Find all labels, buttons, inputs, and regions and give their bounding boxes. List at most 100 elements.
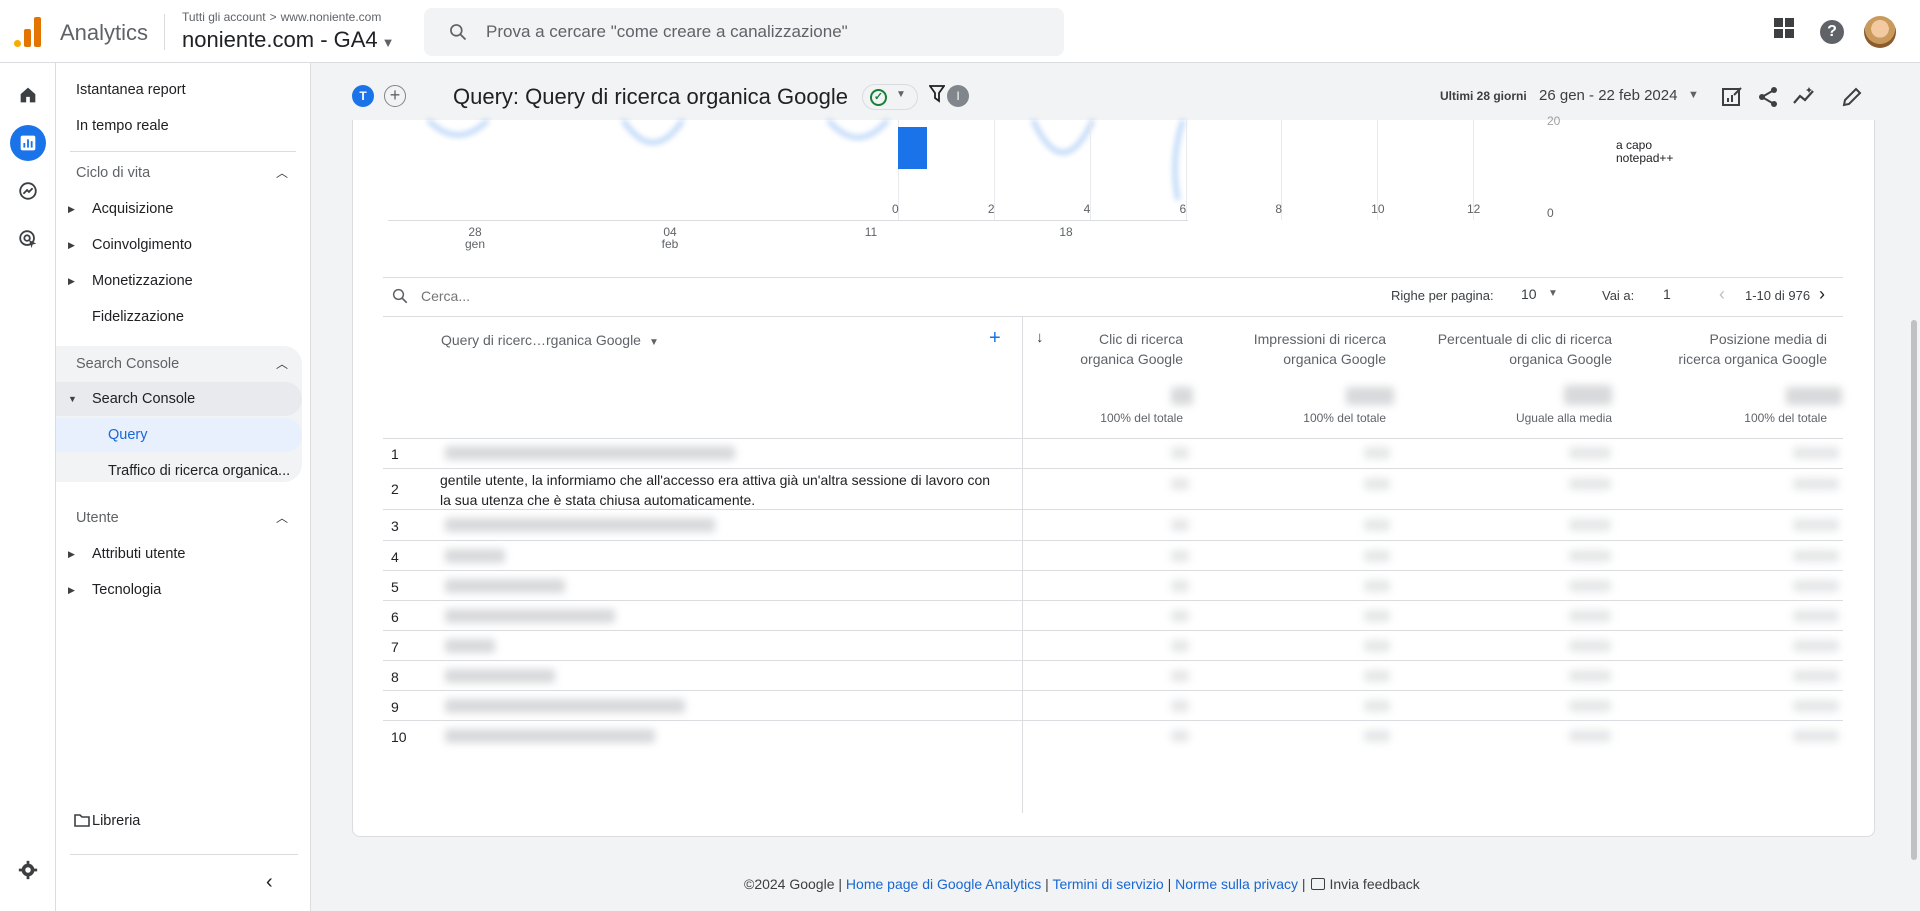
redacted-value <box>1793 580 1839 592</box>
reports-icon[interactable] <box>10 125 46 161</box>
redacted-value <box>1569 700 1611 712</box>
sidebar-item-snapshot[interactable]: Istantanea report <box>56 73 302 107</box>
add-dimension-icon[interactable]: + <box>989 327 1001 350</box>
caret-down-icon[interactable]: ▼ <box>1548 288 1558 299</box>
sidebar-item-monetization[interactable]: ▶ Monetizzazione <box>56 264 302 298</box>
goto-page-input[interactable]: 1 <box>1663 286 1671 302</box>
sidebar-item-retention[interactable]: Fidelizzazione <box>56 300 302 334</box>
redacted-value <box>1364 610 1390 622</box>
edit-pencil-icon[interactable] <box>1840 85 1864 109</box>
x-tick-label: 04 feb <box>661 225 679 251</box>
account-breadcrumb[interactable]: Tutti gli account > www.noniente.com <box>182 10 381 24</box>
caret-down-icon: ▼ <box>381 35 395 50</box>
sidebar-item-realtime[interactable]: In tempo reale <box>56 109 302 143</box>
dimension-column-header[interactable]: Query di ricerc…rganica Google ▼ <box>441 332 659 348</box>
add-comparison-icon[interactable]: + <box>384 85 406 107</box>
redacted-value <box>1793 670 1839 682</box>
property-selector[interactable]: noniente.com - GA4 ▼ <box>182 27 395 53</box>
sidebar-item-technology[interactable]: ▶ Tecnologia <box>56 573 302 607</box>
footer-link-home[interactable]: Home page di Google Analytics <box>846 876 1041 892</box>
caret-down-icon[interactable]: ▼ <box>1688 89 1699 101</box>
sidebar-item-label: Libreria <box>92 813 141 829</box>
sidebar-item-engagement[interactable]: ▶ Coinvolgimento <box>56 228 302 262</box>
report-sidebar: Istantanea report In tempo reale Ciclo d… <box>56 63 311 911</box>
footer-link-terms[interactable]: Termini di servizio <box>1052 876 1163 892</box>
avatar[interactable] <box>1864 16 1896 48</box>
folder-icon <box>74 814 90 827</box>
row-divider <box>383 540 1843 541</box>
redacted-value <box>1569 478 1611 490</box>
customize-report-icon[interactable] <box>1720 85 1744 109</box>
filter-icon[interactable] <box>929 85 945 103</box>
insights-icon[interactable] <box>1792 85 1816 109</box>
section-user[interactable]: Utente ︿ <box>56 500 302 536</box>
metric-total-label: 100% del totale <box>1744 411 1827 425</box>
redacted-value <box>1171 447 1189 459</box>
footer-link-privacy[interactable]: Norme sulla privacy <box>1175 876 1298 892</box>
help-icon[interactable]: ? <box>1820 20 1844 44</box>
analytics-logo-icon[interactable] <box>14 17 42 47</box>
sidebar-item-label: Acquisizione <box>92 201 174 217</box>
apps-grid-icon[interactable] <box>1774 18 1794 38</box>
row-number: 7 <box>391 639 399 655</box>
section-lifecycle[interactable]: Ciclo di vita ︿ <box>56 155 302 191</box>
breadcrumb-property: www.noniente.com <box>280 10 382 24</box>
chevron-right-icon[interactable]: › <box>1819 284 1825 305</box>
feedback-button[interactable]: Invia feedback <box>1309 876 1420 892</box>
rows-per-page-label: Righe per pagina: <box>1391 288 1494 303</box>
query-cell[interactable]: gentile utente, la informiamo che all'ac… <box>440 470 1000 510</box>
bar[interactable] <box>898 127 927 169</box>
row-divider <box>383 570 1843 571</box>
chevron-left-icon[interactable]: ‹ <box>1719 284 1725 305</box>
sidebar-item-acquisition[interactable]: ▶ Acquisizione <box>56 192 302 226</box>
sidebar-item-query[interactable]: Query <box>56 418 302 452</box>
metric-header-impressions[interactable]: Impressioni di ricerca organica Google <box>1193 329 1386 369</box>
row-number: 5 <box>391 579 399 595</box>
metric-header-ctr[interactable]: Percentuale di clic di ricerca organica G… <box>1393 329 1612 369</box>
divider <box>383 277 1843 278</box>
collapse-arrow-icon: ▼ <box>68 394 77 404</box>
x-tick-label: 2 <box>987 202 995 216</box>
redacted-query <box>445 579 565 593</box>
sidebar-item-library[interactable]: Libreria <box>56 804 302 838</box>
filter-badge[interactable]: I <box>947 85 969 107</box>
chevron-up-icon: ︿ <box>275 511 288 525</box>
settings-gear-icon[interactable] <box>10 852 46 888</box>
metric-header-position[interactable]: Posizione media di ricerca organica Googl… <box>1623 329 1827 369</box>
redacted-value <box>1793 550 1839 562</box>
x-tick-label: 28 gen <box>464 225 486 251</box>
search-bar[interactable] <box>424 8 1064 56</box>
home-icon[interactable] <box>10 77 46 113</box>
explore-icon[interactable] <box>10 173 46 209</box>
section-search-console[interactable]: Search Console ︿ <box>56 346 302 382</box>
sidebar-item-organic-traffic[interactable]: Traffico di ricerca organica... <box>56 454 302 488</box>
date-range-value[interactable]: 26 gen - 22 feb 2024 <box>1539 87 1677 104</box>
redacted-value <box>1786 387 1842 405</box>
rows-per-page-select[interactable]: 10 <box>1521 286 1537 302</box>
check-circle-icon: ✓ <box>870 89 887 106</box>
redacted-value <box>1569 447 1611 459</box>
redacted-value <box>1569 519 1611 531</box>
row-number: 8 <box>391 669 399 685</box>
metric-header-clicks[interactable]: Clic di ricerca organica Google <box>1053 329 1183 369</box>
redacted-value <box>1171 700 1189 712</box>
redacted-value <box>1793 610 1839 622</box>
status-chip[interactable]: ✓ ▼ <box>862 84 918 110</box>
sidebar-item-label: Attributi utente <box>92 546 186 562</box>
sidebar-item-search-console[interactable]: ▼ Search Console <box>56 382 302 416</box>
date-range-label: Ultimi 28 giorni <box>1440 89 1527 103</box>
redacted-value <box>1569 730 1611 742</box>
scrollbar[interactable] <box>1911 320 1917 860</box>
bar-category-label: a capo notepad++ <box>1616 138 1674 165</box>
collapse-sidebar-icon[interactable]: ‹ <box>266 871 273 894</box>
advertising-icon[interactable] <box>10 221 46 257</box>
search-input[interactable] <box>486 20 1046 44</box>
share-icon[interactable] <box>1756 85 1780 109</box>
sort-descending-icon[interactable]: ↓ <box>1036 329 1044 346</box>
redacted-query <box>445 669 555 683</box>
redacted-value <box>1171 580 1189 592</box>
comparison-chip[interactable]: T <box>352 85 374 107</box>
table-search-input[interactable] <box>421 284 681 308</box>
sidebar-item-user-attributes[interactable]: ▶ Attributi utente <box>56 537 302 571</box>
section-title: Search Console <box>76 356 180 372</box>
